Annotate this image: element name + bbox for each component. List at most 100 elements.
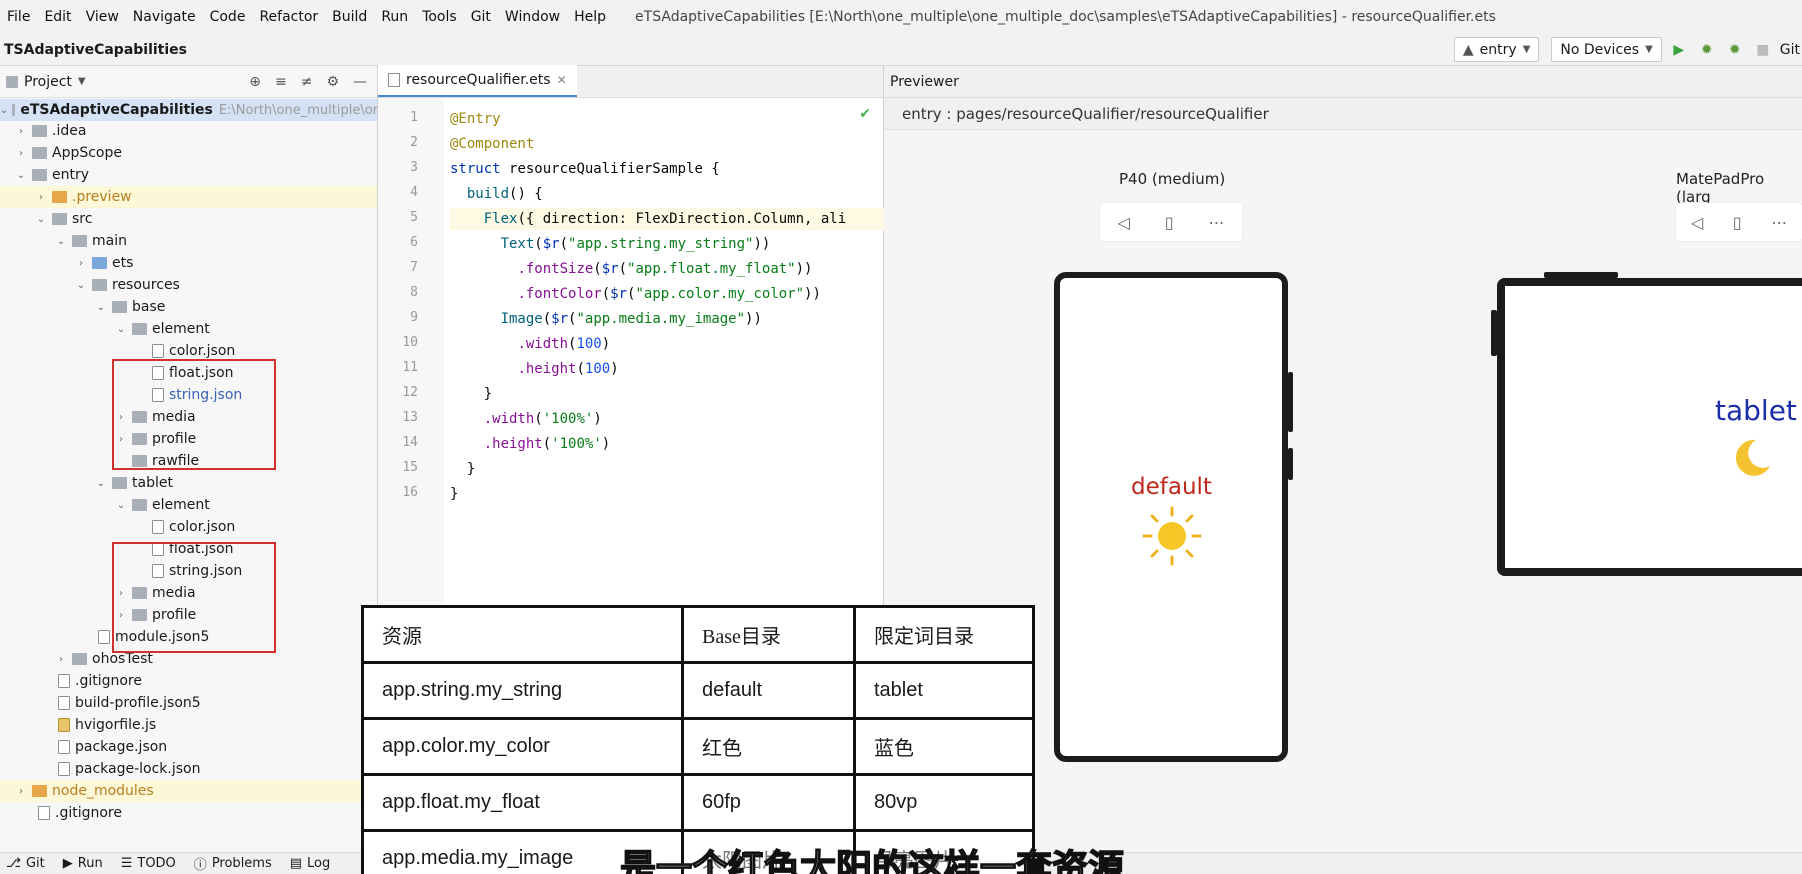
menu-help[interactable]: Help <box>567 9 613 25</box>
menu-refactor[interactable]: Refactor <box>252 9 325 25</box>
menu-code[interactable]: Code <box>203 9 253 25</box>
tree-row[interactable]: › .idea <box>0 120 377 142</box>
phone-preview[interactable]: default <box>1054 272 1288 762</box>
device-combo[interactable]: No Devices ▼ <box>1551 37 1662 62</box>
tree-row[interactable]: package-lock.json <box>0 758 377 780</box>
expand-all-icon[interactable]: ≡ <box>275 74 287 90</box>
menu-build[interactable]: Build <box>325 9 374 25</box>
tree-row[interactable]: hvigorfile.js <box>0 714 377 736</box>
chevron-down-icon[interactable]: ⌄ <box>14 170 28 181</box>
tree-row[interactable]: › media <box>0 406 377 428</box>
chevron-down-icon[interactable]: ⌄ <box>94 302 108 313</box>
chevron-right-icon[interactable]: › <box>14 126 28 137</box>
chevron-down-icon[interactable]: ⌄ <box>74 280 88 291</box>
run-icon[interactable]: ▶ <box>1668 39 1690 61</box>
tree-row[interactable]: › media <box>0 582 377 604</box>
collapse-all-icon[interactable]: ≠ <box>301 74 313 90</box>
attach-debugger-icon[interactable]: ✹ <box>1724 39 1746 61</box>
close-icon[interactable]: ✕ <box>557 73 567 87</box>
rotate-icon[interactable]: ▯ <box>1165 213 1174 232</box>
tree-row[interactable]: › ohosTest <box>0 648 377 670</box>
chevron-right-icon[interactable]: › <box>54 654 68 665</box>
chevron-right-icon[interactable]: › <box>74 258 88 269</box>
chevron-right-icon[interactable]: › <box>14 786 28 797</box>
tree-row-label: module.json5 <box>115 629 210 645</box>
tree-row[interactable]: string.json <box>0 384 377 406</box>
tree-row[interactable]: .gitignore <box>0 802 377 824</box>
stop-icon[interactable]: ■ <box>1752 39 1774 61</box>
chevron-right-icon[interactable]: › <box>34 192 48 203</box>
editor-tab[interactable]: resourceQualifier.ets ✕ <box>378 65 577 97</box>
project-view-selector[interactable]: Project <box>24 74 72 90</box>
tree-row[interactable]: ⌄ tablet <box>0 472 377 494</box>
tree-row[interactable]: ⌄ element <box>0 494 377 516</box>
tree-row[interactable]: build-profile.json5 <box>0 692 377 714</box>
tablet-preview[interactable]: tablet <box>1497 278 1802 576</box>
tree-row[interactable]: › profile <box>0 604 377 626</box>
tree-row[interactable]: ⌄ entry <box>0 164 377 186</box>
chevron-down-icon[interactable]: ⌄ <box>94 478 108 489</box>
menu-navigate[interactable]: Navigate <box>126 9 203 25</box>
tree-row[interactable]: module.json5 <box>0 626 377 648</box>
hide-icon[interactable]: — <box>353 74 367 90</box>
tree-row[interactable]: color.json <box>0 516 377 538</box>
git-label[interactable]: Git <box>1780 42 1802 58</box>
tree-row[interactable]: string.json <box>0 560 377 582</box>
todo-tool-button[interactable]: ☰ TODO <box>121 856 176 871</box>
tree-row[interactable]: › node_modules <box>0 780 377 802</box>
tree-row[interactable]: › .preview <box>0 186 377 208</box>
chevron-down-icon[interactable]: ⌄ <box>114 324 128 335</box>
module-combo[interactable]: ▲ entry ▼ <box>1453 37 1540 62</box>
menu-tools[interactable]: Tools <box>415 9 464 25</box>
menu-run[interactable]: Run <box>374 9 415 25</box>
chevron-down-icon[interactable]: ⌄ <box>54 236 68 247</box>
menu-git[interactable]: Git <box>464 9 498 25</box>
tree-row[interactable]: package.json <box>0 736 377 758</box>
tree-row-label: ohosTest <box>92 651 153 667</box>
folder-icon <box>72 653 87 665</box>
tree-row[interactable]: .gitignore <box>0 670 377 692</box>
chevron-right-icon[interactable]: › <box>114 610 128 621</box>
tree-row[interactable]: color.json <box>0 340 377 362</box>
more-icon[interactable]: ⋯ <box>1209 213 1225 232</box>
tree-row[interactable]: float.json <box>0 362 377 384</box>
chevron-right-icon[interactable]: › <box>114 412 128 423</box>
tree-row[interactable]: ⌄ main <box>0 230 377 252</box>
problems-tool-button[interactable]: ⓘ Problems <box>194 854 272 873</box>
list-icon: ☰ <box>120 856 133 871</box>
log-tool-button[interactable]: ▤ Log <box>290 856 331 871</box>
rotate-icon[interactable]: ▯ <box>1733 213 1742 232</box>
gear-icon[interactable]: ⚙ <box>326 74 339 90</box>
back-icon[interactable]: ◁ <box>1691 213 1703 232</box>
tree-row[interactable]: rawfile <box>0 450 377 472</box>
tree-row[interactable]: › ets <box>0 252 377 274</box>
folder-icon <box>32 169 47 181</box>
chevron-down-icon[interactable]: ⌄ <box>114 500 128 511</box>
menu-edit[interactable]: Edit <box>37 9 78 25</box>
git-tool-button[interactable]: ⎇ Git <box>6 856 45 871</box>
chevron-down-icon[interactable]: ⌄ <box>0 105 8 116</box>
tree-row[interactable]: › AppScope <box>0 142 377 164</box>
module-combo-label: entry <box>1479 41 1517 58</box>
tree-row[interactable]: ⌄ element <box>0 318 377 340</box>
tree-row[interactable]: › profile <box>0 428 377 450</box>
tree-row-root[interactable]: ⌄ eTSAdaptiveCapabilities E:\North\one_m… <box>0 99 377 121</box>
menu-file[interactable]: File <box>0 9 37 25</box>
chevron-down-icon[interactable]: ▼ <box>78 76 86 87</box>
menu-window[interactable]: Window <box>498 9 567 25</box>
chevron-right-icon[interactable]: › <box>14 148 28 159</box>
more-icon[interactable]: ⋯ <box>1771 213 1787 232</box>
tree-row[interactable]: float.json <box>0 538 377 560</box>
chevron-right-icon[interactable]: › <box>114 588 128 599</box>
run-tool-button[interactable]: ▶ Run <box>63 856 103 871</box>
chevron-down-icon[interactable]: ⌄ <box>34 214 48 225</box>
debug-icon[interactable]: ✹ <box>1696 39 1718 61</box>
tree-row[interactable]: ⌄ resources <box>0 274 377 296</box>
menu-view[interactable]: View <box>79 9 126 25</box>
tree-row-label: .idea <box>52 123 87 139</box>
locate-icon[interactable]: ⊕ <box>249 74 261 90</box>
chevron-right-icon[interactable]: › <box>114 434 128 445</box>
tree-row[interactable]: ⌄ src <box>0 208 377 230</box>
tree-row[interactable]: ⌄ base <box>0 296 377 318</box>
back-icon[interactable]: ◁ <box>1117 213 1129 232</box>
